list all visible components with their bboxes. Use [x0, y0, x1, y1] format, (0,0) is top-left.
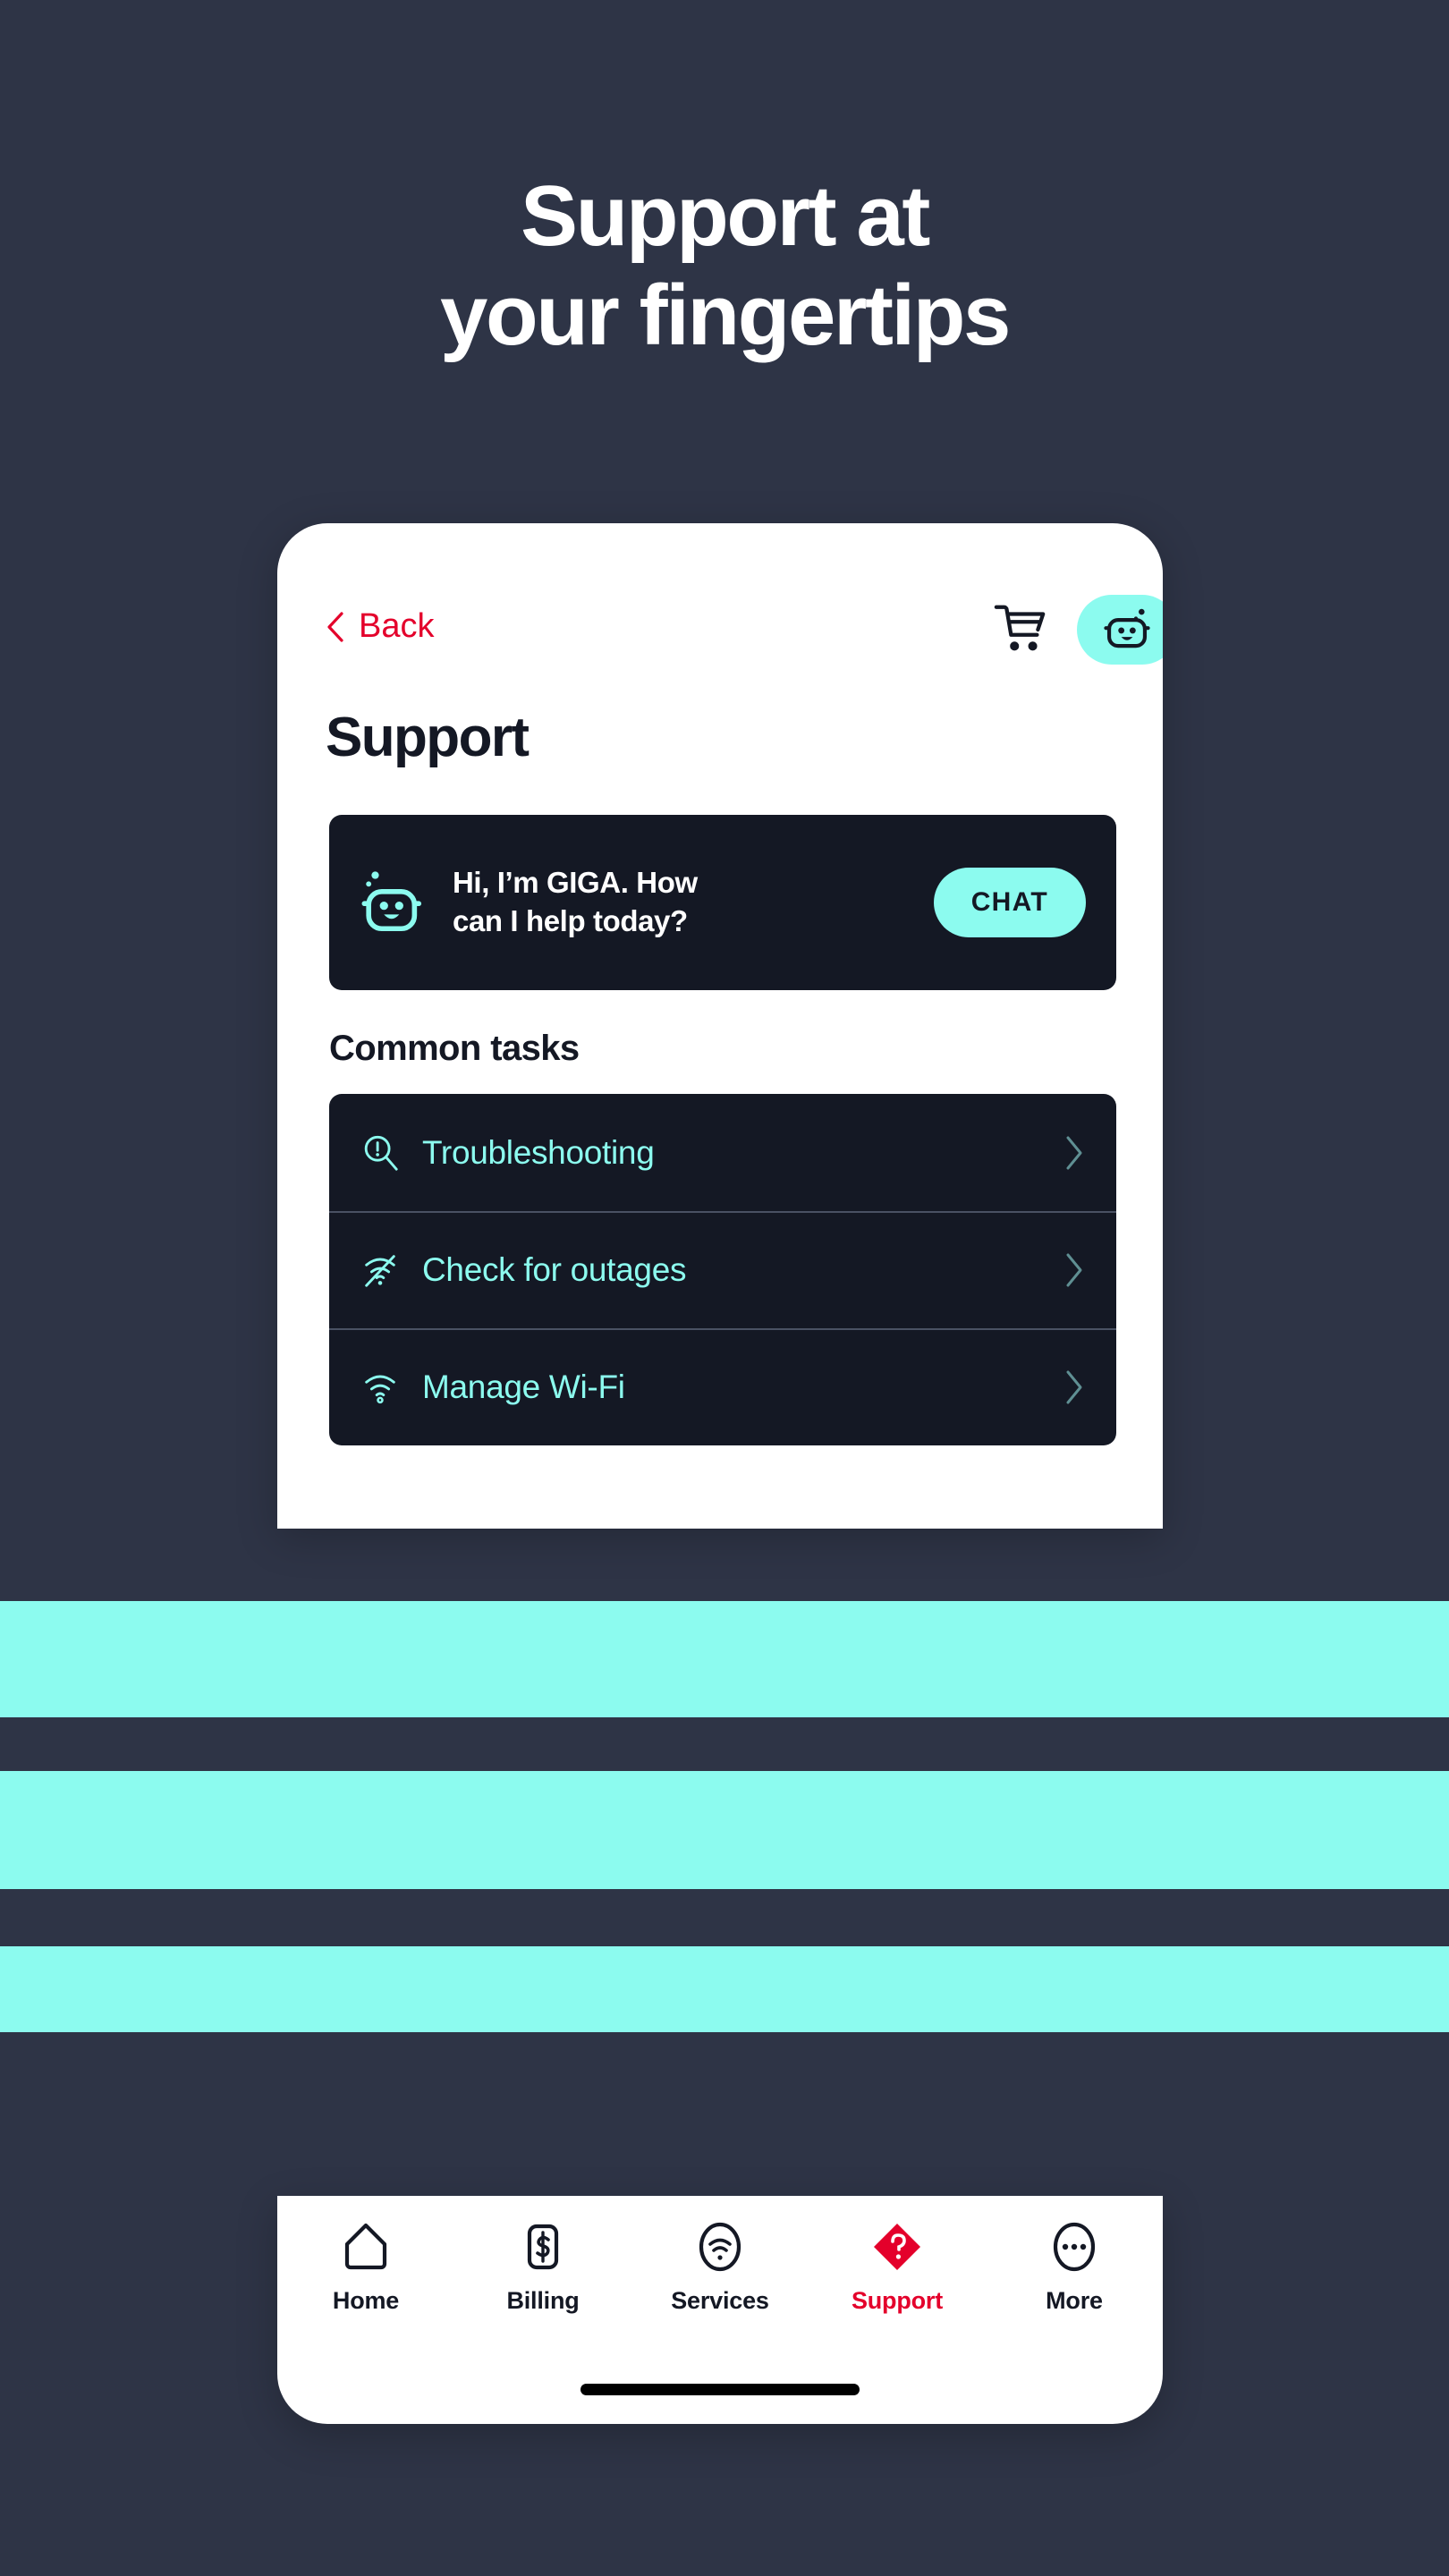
robot-assistant-icon: [1104, 608, 1150, 648]
common-task-label: Check for outages: [422, 1250, 687, 1288]
giga-message-line-2: can I help today?: [453, 904, 688, 937]
common-task-troubleshooting[interactable]: Troubleshooting: [329, 1094, 1116, 1211]
chevron-left-icon: [327, 611, 343, 642]
question-diamond-icon: [874, 2224, 920, 2270]
chevron-right-icon: [1066, 1253, 1082, 1286]
phone-bottom-shell: Home Billing Services Support More: [277, 2196, 1163, 2424]
ellipsis-oval-icon: [1053, 2222, 1096, 2272]
mint-stripe-3: [0, 1946, 1449, 2032]
chevron-right-icon: [1066, 1370, 1082, 1403]
nav-item-label: Services: [671, 2287, 769, 2314]
common-tasks-heading: Common tasks: [329, 1029, 580, 1068]
magnifier-alert-icon: [364, 1135, 398, 1171]
bottom-navigation-bar: Home Billing Services Support More: [277, 2207, 1163, 2341]
common-task-manage-wifi[interactable]: Manage Wi-Fi: [329, 1328, 1116, 1445]
robot-avatar-icon: [361, 871, 422, 932]
common-task-check-outages[interactable]: Check for outages: [329, 1211, 1116, 1328]
nav-item-support[interactable]: Support: [809, 2207, 986, 2341]
hero-line-1: Support at: [521, 168, 930, 264]
nav-item-label: More: [1046, 2287, 1103, 2314]
dollar-tag-icon: [527, 2224, 559, 2270]
list-scroll-fade: [277, 1471, 1163, 1529]
common-task-label: Manage Wi-Fi: [422, 1368, 625, 1405]
nav-item-services[interactable]: Services: [631, 2207, 809, 2341]
hero-line-2: your fingertips: [439, 267, 1011, 364]
common-task-label: Troubleshooting: [422, 1133, 655, 1171]
mint-stripe-2: [0, 1771, 1449, 1889]
assistant-button[interactable]: [1077, 595, 1163, 665]
nav-item-billing[interactable]: Billing: [454, 2207, 631, 2341]
common-tasks-card: Troubleshooting Check for outages Manage…: [329, 1094, 1116, 1445]
home-indicator-bar[interactable]: [580, 2384, 860, 2395]
wifi-icon: [365, 1375, 395, 1403]
hero-headline: Support at your fingertips: [0, 166, 1449, 366]
wifi-oval-icon: [699, 2222, 741, 2272]
nav-item-label: Billing: [506, 2287, 580, 2314]
app-header: Back: [277, 595, 1163, 681]
giga-message-line-1: Hi, I’m GIGA. How: [453, 866, 698, 900]
nav-item-home[interactable]: Home: [277, 2207, 454, 2341]
phone-mockup: Back Support Hi, I’m GIGA. How can I hel…: [277, 523, 1163, 1529]
nav-item-label: Home: [332, 2287, 400, 2314]
back-button[interactable]: Back: [326, 607, 434, 646]
nav-item-label: Support: [851, 2287, 944, 2314]
back-button-label: Back: [359, 607, 435, 645]
mint-stripe-1: [0, 1601, 1449, 1717]
house-icon: [344, 2223, 387, 2270]
giga-message: Hi, I’m GIGA. How can I help today?: [453, 864, 934, 941]
shopping-cart-icon[interactable]: [993, 600, 1048, 656]
page-title: Support: [326, 707, 530, 768]
chevron-right-icon: [1066, 1136, 1082, 1169]
giga-assistant-banner[interactable]: Hi, I’m GIGA. How can I help today? CHAT: [329, 815, 1116, 990]
nav-item-more[interactable]: More: [986, 2207, 1163, 2341]
wifi-off-icon: [365, 1254, 395, 1287]
chat-button[interactable]: CHAT: [933, 868, 1086, 937]
